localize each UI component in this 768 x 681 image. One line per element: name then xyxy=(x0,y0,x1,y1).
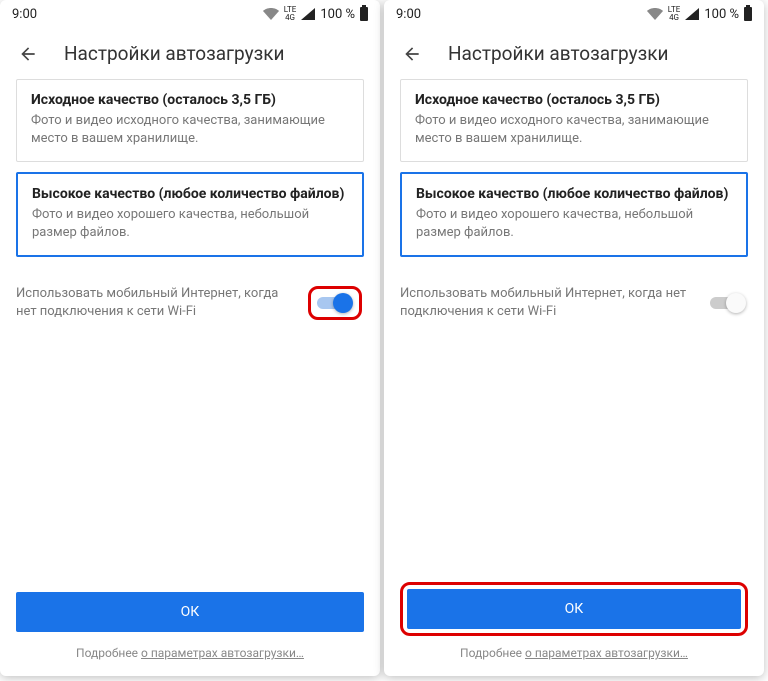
card-title: Исходное качество (осталось 3,5 ГБ) xyxy=(31,92,349,108)
toggle-label: Использовать мобильный Интернет, когда н… xyxy=(400,285,710,321)
mobile-data-switch[interactable] xyxy=(710,293,746,313)
card-desc: Фото и видео хорошего качества, небольшо… xyxy=(32,206,348,241)
quality-option-original[interactable]: Исходное качество (осталось 3,5 ГБ) Фото… xyxy=(400,79,748,162)
quality-option-original[interactable]: Исходное качество (осталось 3,5 ГБ) Фото… xyxy=(16,79,364,162)
ok-button[interactable]: ОК xyxy=(16,592,364,632)
mobile-data-toggle-row: Использовать мобильный Интернет, когда н… xyxy=(400,285,748,321)
mobile-data-toggle-row: Использовать мобильный Интернет, когда н… xyxy=(16,285,364,321)
battery-icon xyxy=(744,7,752,21)
toggle-label: Использовать мобильный Интернет, когда н… xyxy=(16,285,308,321)
page-title: Настройки автозагрузки xyxy=(64,42,284,65)
back-arrow-icon[interactable] xyxy=(402,44,422,64)
wifi-icon xyxy=(647,8,663,20)
mobile-data-switch[interactable] xyxy=(317,293,353,313)
quality-option-high[interactable]: Высокое качество (любое количество файло… xyxy=(400,172,748,257)
status-bar: 9:00 LTE 4G 100 % xyxy=(0,0,380,28)
back-arrow-icon[interactable] xyxy=(18,44,38,64)
card-title: Исходное качество (осталось 3,5 ГБ) xyxy=(415,92,733,108)
card-desc: Фото и видео исходного качества, занимаю… xyxy=(415,112,733,147)
card-title: Высокое качество (любое количество файло… xyxy=(32,186,348,202)
page-title: Настройки автозагрузки xyxy=(448,42,668,65)
battery-pct: 100 % xyxy=(704,7,739,22)
footer-link[interactable]: Подробнее о параметрах автозагрузки… xyxy=(16,646,364,676)
highlight-marker: ОК xyxy=(400,582,748,636)
lte-icon: LTE 4G xyxy=(284,6,297,22)
status-time: 9:00 xyxy=(12,7,37,22)
card-desc: Фото и видео хорошего качества, небольшо… xyxy=(416,206,732,241)
battery-pct: 100 % xyxy=(320,7,355,22)
footer-link[interactable]: Подробнее о параметрах автозагрузки… xyxy=(400,646,748,676)
quality-option-high[interactable]: Высокое качество (любое количество файло… xyxy=(16,172,364,257)
app-bar: Настройки автозагрузки xyxy=(0,28,380,79)
status-time: 9:00 xyxy=(396,7,421,22)
signal-icon xyxy=(685,8,699,20)
highlight-marker xyxy=(308,286,362,320)
card-title: Высокое качество (любое количество файло… xyxy=(416,186,732,202)
phone-screen-right: 9:00 LTE 4G 100 % Настройки автозагрузки xyxy=(384,0,764,676)
battery-icon xyxy=(360,7,368,21)
phone-screen-left: 9:00 LTE 4G 100 % Настройки автозагрузки xyxy=(0,0,380,676)
ok-button[interactable]: ОК xyxy=(407,589,741,629)
lte-icon: LTE 4G xyxy=(668,6,681,22)
wifi-icon xyxy=(263,8,279,20)
card-desc: Фото и видео исходного качества, занимаю… xyxy=(31,112,349,147)
status-bar: 9:00 LTE 4G 100 % xyxy=(384,0,764,28)
signal-icon xyxy=(301,8,315,20)
app-bar: Настройки автозагрузки xyxy=(384,28,764,79)
